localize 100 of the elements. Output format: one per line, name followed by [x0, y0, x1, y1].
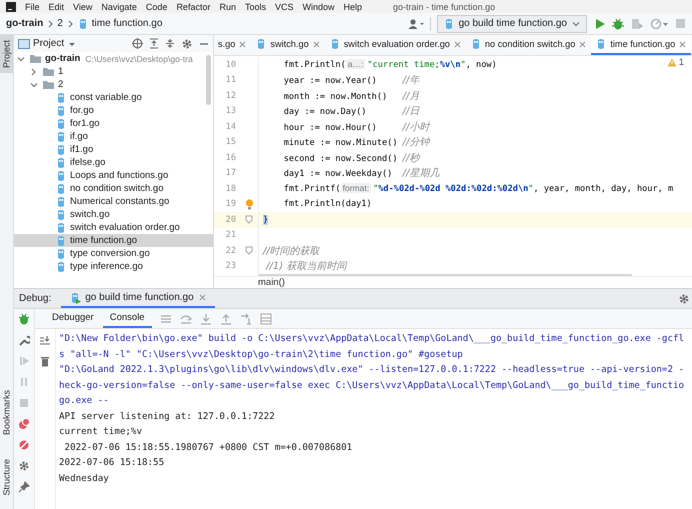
- settings-icon[interactable]: [18, 460, 30, 472]
- coverage-icon[interactable]: [631, 18, 643, 30]
- editor-tab[interactable]: time function.go: [591, 35, 692, 55]
- menu-item[interactable]: Navigate: [101, 2, 137, 12]
- breadcrumb-item[interactable]: go-train: [6, 18, 44, 29]
- menu-item[interactable]: Tools: [244, 2, 266, 12]
- menu-item[interactable]: Run: [219, 2, 236, 12]
- warning-count[interactable]: 1: [678, 57, 684, 68]
- code-text: second := now.Second(): [284, 154, 399, 164]
- close-icon[interactable]: [678, 40, 688, 48]
- wrench-icon[interactable]: [18, 334, 30, 346]
- settings-icon[interactable]: [181, 38, 193, 50]
- menu-item[interactable]: Edit: [48, 2, 64, 12]
- menu-item[interactable]: View: [73, 2, 92, 12]
- parameter-hint: format:: [340, 183, 372, 194]
- folder-icon: [42, 79, 55, 90]
- breadcrumb-item[interactable]: time function.go: [92, 18, 162, 29]
- code-text: year := now.Year(): [284, 76, 378, 86]
- menu-item[interactable]: Refactor: [176, 2, 210, 12]
- step-out-icon[interactable]: [220, 312, 232, 324]
- tree-item[interactable]: type conversion.go: [14, 247, 213, 260]
- collapse-all-icon[interactable]: [165, 38, 175, 49]
- run-icon[interactable]: [595, 18, 605, 30]
- go-file-icon: [55, 248, 67, 260]
- tree-item[interactable]: 2: [14, 78, 213, 91]
- tree-item[interactable]: switch evaluation order.go: [14, 221, 213, 234]
- debugger-tab[interactable]: Console: [102, 309, 152, 328]
- profiler-icon[interactable]: [650, 18, 668, 30]
- menu-item[interactable]: Code: [146, 2, 168, 12]
- tree-item[interactable]: ifelse.go: [14, 156, 213, 169]
- menu-item[interactable]: VCS: [274, 2, 294, 12]
- editor-tab[interactable]: no condition switch.go: [466, 35, 592, 55]
- tree-item[interactable]: if1.go: [14, 143, 213, 156]
- line-number: 19: [224, 199, 237, 210]
- string-literal: ": [528, 184, 534, 194]
- table-icon[interactable]: [260, 312, 272, 324]
- settings-icon[interactable]: [678, 292, 690, 304]
- locate-icon[interactable]: [132, 38, 143, 49]
- run-configuration-dropdown[interactable]: go build time function.go: [436, 14, 587, 32]
- step-over-icon[interactable]: [180, 312, 192, 324]
- editor-tab[interactable]: switch.go: [251, 35, 325, 55]
- step-into-icon[interactable]: [200, 312, 212, 324]
- tree-item[interactable]: for1.go: [14, 117, 213, 130]
- string-literal: ": [460, 60, 466, 70]
- editor-tab[interactable]: switch evaluation order.go: [324, 35, 466, 55]
- scroll-to-end-icon[interactable]: [39, 335, 51, 347]
- breadcrumb-item[interactable]: 2: [57, 18, 63, 29]
- tree-item[interactable]: time function.go: [14, 234, 213, 247]
- mute-breakpoints-icon[interactable]: [18, 439, 30, 451]
- warning-icon: [666, 58, 677, 67]
- breadcrumb-item[interactable]: main(): [214, 276, 692, 288]
- scrollbar-thumb[interactable]: [206, 55, 211, 105]
- editor-tab[interactable]: s.go: [214, 35, 252, 55]
- trash-icon[interactable]: [40, 355, 50, 367]
- tree-item[interactable]: type inference.go: [14, 260, 213, 273]
- resume-icon[interactable]: [18, 355, 30, 367]
- tree-item[interactable]: Loops and functions.go: [14, 169, 213, 182]
- tree-item[interactable]: const variable.go: [14, 91, 213, 104]
- stop-icon[interactable]: [18, 397, 30, 409]
- menu-item[interactable]: Window: [302, 2, 335, 12]
- menu-item[interactable]: Help: [344, 2, 362, 12]
- menu-icon[interactable]: [160, 312, 172, 324]
- debug-icon[interactable]: [18, 313, 30, 325]
- close-icon[interactable]: [238, 40, 248, 48]
- format-string: %v\n: [440, 60, 461, 70]
- close-icon[interactable]: [198, 293, 207, 302]
- tree-item[interactable]: no condition switch.go: [14, 182, 213, 195]
- tool-window-tab[interactable]: Bookmarks: [0, 385, 13, 440]
- fold-icon[interactable]: [245, 246, 253, 256]
- debug-icon[interactable]: [612, 18, 624, 30]
- tree-item[interactable]: switch.go: [14, 208, 213, 221]
- run-to-cursor-icon[interactable]: [240, 312, 252, 324]
- tree-item[interactable]: for.go: [14, 104, 213, 117]
- breakpoints-icon[interactable]: [18, 418, 30, 430]
- debugger-tab[interactable]: Debugger: [45, 309, 101, 328]
- tool-window-tab[interactable]: Structure: [0, 454, 13, 501]
- close-icon[interactable]: [452, 40, 462, 48]
- tree-item[interactable]: go-train C:\Users\vvz\Desktop\go-tra: [14, 52, 213, 65]
- console-line: "D:\New Folder\bin\go.exe" build -o C:\Users\vvz\AppData\Local\Temp\GoLand\___go_build_time_function_go.exe -gcfl: [59, 332, 686, 346]
- tree-item[interactable]: 1: [14, 65, 213, 78]
- tree-item[interactable]: Numerical constants.go: [14, 195, 213, 208]
- user-icon[interactable]: [408, 18, 424, 30]
- pause-icon[interactable]: [18, 376, 30, 388]
- horizontal-scrollbar[interactable]: [258, 274, 632, 276]
- code-text: , now): [466, 60, 497, 70]
- project-view-dropdown[interactable]: Project: [18, 38, 78, 49]
- code-comment: //时间的获取: [263, 246, 320, 257]
- close-icon[interactable]: [312, 40, 321, 48]
- lightbulb-icon[interactable]: [244, 198, 254, 210]
- expand-all-icon[interactable]: [149, 38, 159, 49]
- string-literal: "current time;: [367, 60, 440, 70]
- stop-icon[interactable]: [675, 18, 686, 29]
- close-icon[interactable]: [578, 40, 588, 48]
- go-file-icon: [55, 234, 67, 246]
- pin-icon[interactable]: [18, 481, 30, 493]
- tool-window-tab[interactable]: Project: [0, 35, 13, 74]
- line-number: 11: [224, 75, 237, 86]
- fold-icon[interactable]: [245, 215, 253, 224]
- tree-item[interactable]: if.go: [14, 130, 213, 143]
- menu-item[interactable]: File: [25, 2, 40, 12]
